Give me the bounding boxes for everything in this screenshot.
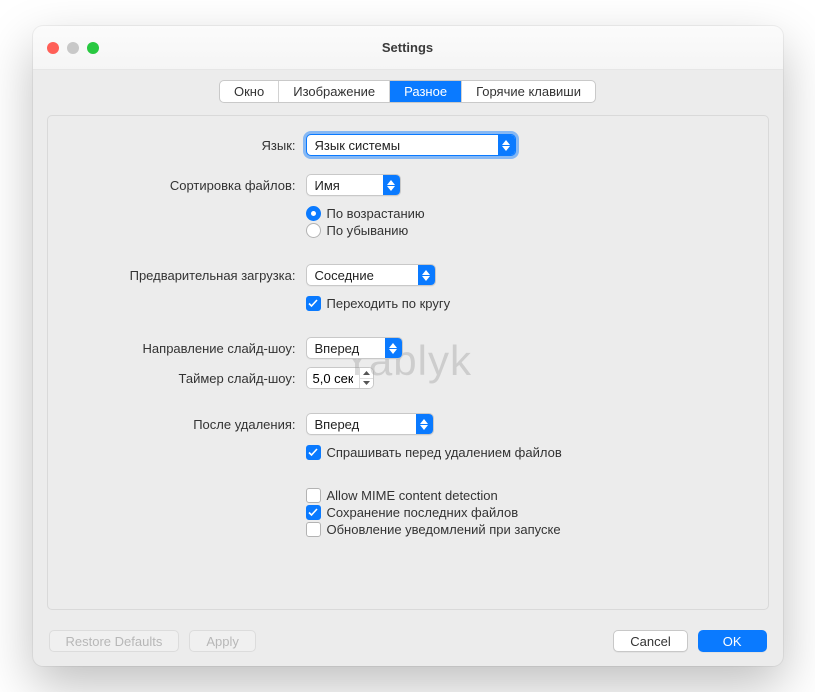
- slideshow-dir-select[interactable]: Вперед: [306, 337, 403, 359]
- tab-misc[interactable]: Разное: [390, 81, 462, 102]
- update-notify-label: Обновление уведомлений при запуске: [327, 522, 561, 537]
- sort-descending-radio[interactable]: По убыванию: [306, 223, 750, 238]
- tab-hotkeys[interactable]: Горячие клавиши: [462, 81, 595, 102]
- allow-mime-label: Allow MIME content detection: [327, 488, 498, 503]
- checkbox-icon: [306, 296, 321, 311]
- sort-select[interactable]: Имя: [306, 174, 401, 196]
- slideshow-timer-input[interactable]: [307, 368, 359, 388]
- after-delete-select[interactable]: Вперед: [306, 413, 434, 435]
- preload-label: Предварительная загрузка:: [66, 268, 296, 283]
- content: Окно Изображение Разное Горячие клавиши …: [33, 70, 783, 620]
- slideshow-dir-label: Направление слайд-шоу:: [66, 341, 296, 356]
- tab-image[interactable]: Изображение: [279, 81, 390, 102]
- stepper-buttons: [359, 368, 373, 388]
- slideshow-timer-stepper[interactable]: [306, 367, 374, 389]
- checkbox-icon: [306, 522, 321, 537]
- form: Язык: Язык системы Сортировка файлов:: [66, 134, 750, 539]
- slideshow-timer-label: Таймер слайд-шоу:: [66, 371, 296, 386]
- footer: Restore Defaults Apply Cancel OK: [33, 620, 783, 666]
- preload-select[interactable]: Соседние: [306, 264, 436, 286]
- ask-delete-checkbox[interactable]: Спрашивать перед удалением файлов: [306, 445, 750, 460]
- stepper-down[interactable]: [360, 379, 373, 389]
- updown-icon: [385, 338, 402, 358]
- ask-delete-label: Спрашивать перед удалением файлов: [327, 445, 562, 460]
- after-delete-value: Вперед: [315, 417, 360, 432]
- language-value: Язык системы: [315, 138, 401, 153]
- updown-icon: [416, 414, 433, 434]
- radio-icon: [306, 223, 321, 238]
- tabs: Окно Изображение Разное Горячие клавиши: [47, 80, 769, 103]
- checkbox-icon: [306, 445, 321, 460]
- language-select[interactable]: Язык системы: [306, 134, 516, 156]
- traffic-lights: [47, 42, 99, 54]
- checkbox-icon: [306, 505, 321, 520]
- radio-icon: [306, 206, 321, 221]
- allow-mime-checkbox[interactable]: Allow MIME content detection: [306, 488, 750, 503]
- apply-button[interactable]: Apply: [189, 630, 256, 652]
- close-icon[interactable]: [47, 42, 59, 54]
- updown-icon: [418, 265, 435, 285]
- save-recent-checkbox[interactable]: Сохранение последних файлов: [306, 505, 750, 520]
- misc-checkboxes: Allow MIME content detection Сохранение …: [306, 488, 750, 539]
- language-label: Язык:: [66, 138, 296, 153]
- checkbox-icon: [306, 488, 321, 503]
- loop-label: Переходить по кругу: [327, 296, 451, 311]
- tab-group: Окно Изображение Разное Горячие клавиши: [219, 80, 596, 103]
- sort-order-radios: По возрастанию По убыванию: [306, 206, 750, 240]
- sort-value: Имя: [315, 178, 340, 193]
- settings-window: Settings Окно Изображение Разное Горячие…: [33, 26, 783, 666]
- loop-checkbox[interactable]: Переходить по кругу: [306, 296, 750, 311]
- stepper-up[interactable]: [360, 368, 373, 379]
- updown-icon: [498, 135, 515, 155]
- sort-ascending-radio[interactable]: По возрастанию: [306, 206, 750, 221]
- titlebar: Settings: [33, 26, 783, 70]
- window-title: Settings: [33, 40, 783, 55]
- tab-window[interactable]: Окно: [220, 81, 279, 102]
- sort-descending-label: По убыванию: [327, 223, 409, 238]
- sort-label: Сортировка файлов:: [66, 178, 296, 193]
- maximize-icon[interactable]: [87, 42, 99, 54]
- update-notify-checkbox[interactable]: Обновление уведомлений при запуске: [306, 522, 750, 537]
- slideshow-dir-value: Вперед: [315, 341, 360, 356]
- cancel-button[interactable]: Cancel: [613, 630, 687, 652]
- settings-panel: Yablyk Язык: Язык системы Сортировка ф: [47, 115, 769, 610]
- sort-ascending-label: По возрастанию: [327, 206, 425, 221]
- save-recent-label: Сохранение последних файлов: [327, 505, 519, 520]
- ok-button[interactable]: OK: [698, 630, 767, 652]
- preload-value: Соседние: [315, 268, 374, 283]
- minimize-icon[interactable]: [67, 42, 79, 54]
- updown-icon: [383, 175, 400, 195]
- after-delete-label: После удаления:: [66, 417, 296, 432]
- restore-defaults-button[interactable]: Restore Defaults: [49, 630, 180, 652]
